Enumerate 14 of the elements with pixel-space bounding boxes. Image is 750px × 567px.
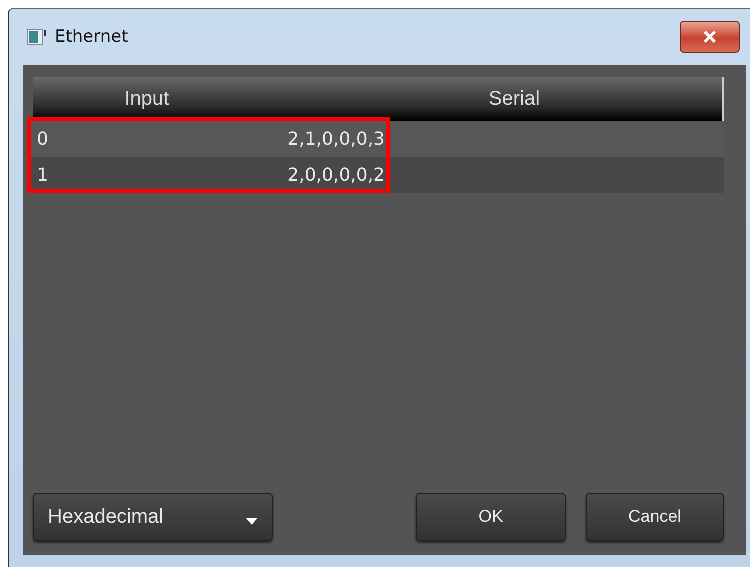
ok-button[interactable]: OK bbox=[416, 493, 566, 541]
table-cell-text: 2,1,0,0,0,3 bbox=[286, 128, 385, 150]
window-icon bbox=[27, 29, 47, 45]
cancel-button[interactable]: Cancel bbox=[586, 493, 724, 541]
format-dropdown[interactable]: Hexadecimal bbox=[33, 493, 273, 541]
table-cell-text: 1 bbox=[36, 164, 50, 186]
table-cell-text: 2,0,0,0,0,2 bbox=[286, 164, 385, 186]
close-icon bbox=[703, 31, 717, 43]
caret-icon bbox=[246, 518, 258, 524]
window-title: Ethernet bbox=[55, 27, 128, 47]
close-button[interactable] bbox=[680, 21, 740, 53]
column-header: Input bbox=[124, 88, 170, 110]
column-header: Serial bbox=[488, 88, 542, 110]
table-cell-text: 0 bbox=[36, 128, 50, 150]
